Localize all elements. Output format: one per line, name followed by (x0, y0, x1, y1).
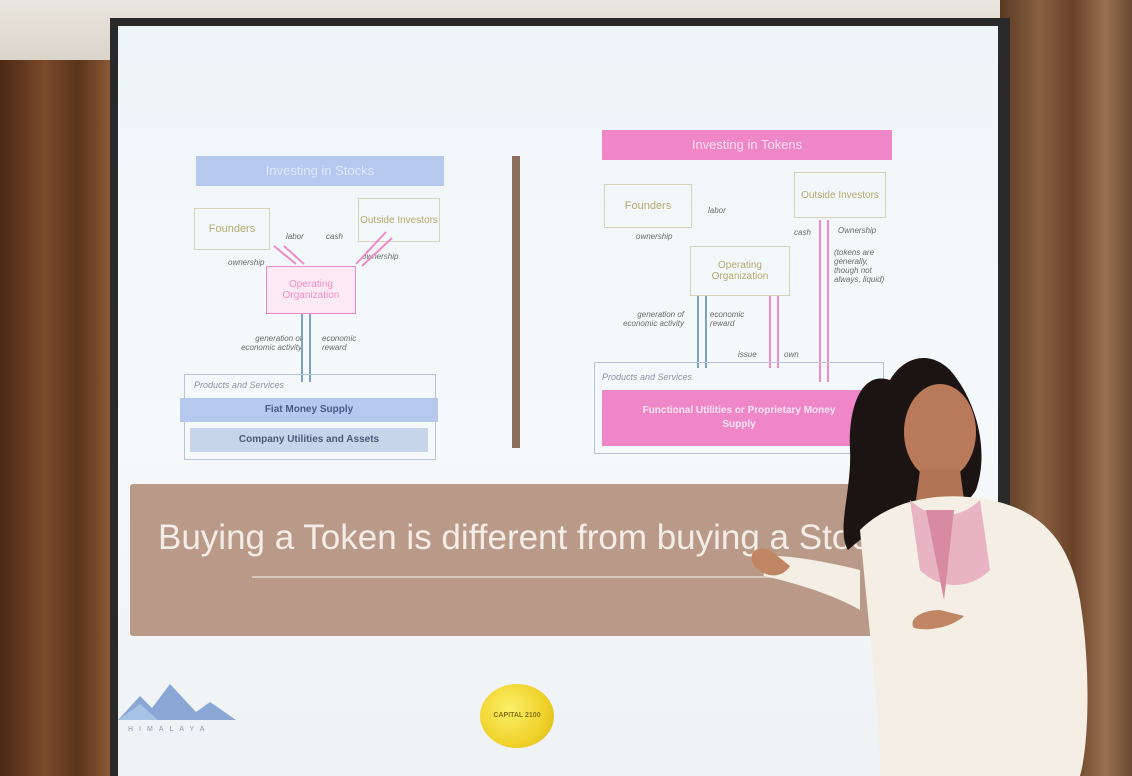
tokens-products-label: Products and Services (602, 372, 693, 382)
tokens-investors-box: Outside Investors (794, 172, 886, 218)
headline-underline (252, 576, 792, 578)
stocks-products-label: Products and Services (194, 380, 285, 390)
slide-divider (512, 156, 520, 448)
tokens-title: Investing in Tokens (602, 130, 892, 160)
stocks-arrows (273, 231, 393, 382)
stocks-company-strip: Company Utilities and Assets (190, 428, 428, 452)
stocks-title: Investing in Stocks (196, 156, 444, 186)
coin-logo: CAPITAL 2100 (480, 684, 554, 748)
stocks-fiat-strip: Fiat Money Supply (180, 398, 438, 422)
logo-text: HIMALAYA (128, 726, 211, 733)
presenter (751, 357, 1088, 776)
tokens-labor-label: labor (708, 206, 726, 215)
